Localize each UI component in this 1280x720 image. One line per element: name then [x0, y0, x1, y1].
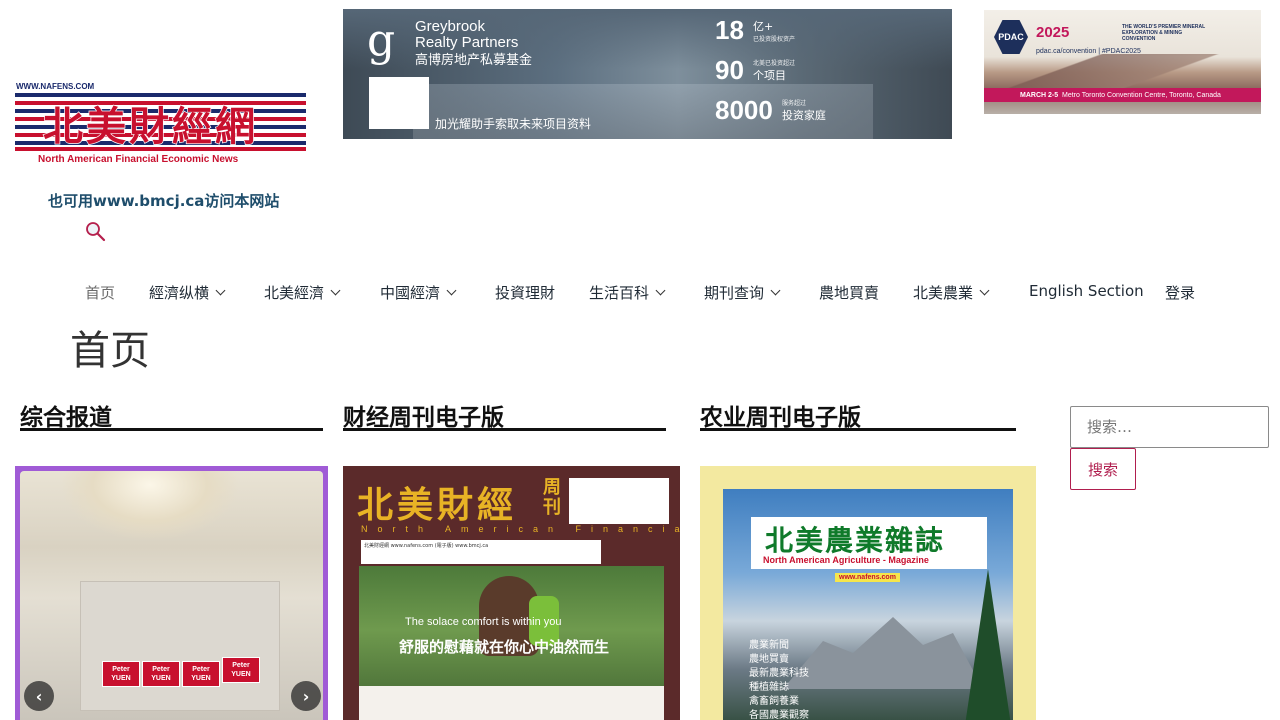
- agri-weekly-photo: 北美農業雜誌 North American Agriculture - Maga…: [723, 489, 1013, 720]
- agri-weekly-title-band: 北美農業雜誌 North American Agriculture - Maga…: [751, 517, 987, 569]
- nav-item-english-section[interactable]: English Section: [1029, 282, 1144, 300]
- greybrook-stat: 90 北美已投资超过 个项目: [715, 55, 796, 85]
- logo-english-name: North American Financial Economic News: [38, 154, 239, 165]
- pdac-logo: PDAC: [994, 20, 1028, 54]
- logo-banner: 北美財經網: [15, 93, 306, 151]
- site-logo[interactable]: WWW.NAFENS.COM 北美財經網 North American Fina…: [15, 82, 306, 168]
- sidebar-search-button[interactable]: 搜索: [1070, 448, 1136, 490]
- pdac-date-bar: MARCH 2-5 Metro Toronto Convention Centr…: [984, 88, 1261, 102]
- section-divider: [20, 428, 323, 431]
- campaign-sign: Peter YUEN: [102, 661, 140, 687]
- nav-item-na-agriculture[interactable]: 北美農業: [913, 282, 990, 303]
- finance-weekly-masthead: 北美財經: [357, 484, 518, 526]
- greybrook-ad-banner[interactable]: g Greybrook Realty Partners 高博房地产私募基金 加光…: [343, 9, 952, 139]
- nav-item-periodicals[interactable]: 期刊查询: [704, 282, 781, 303]
- greybrook-cta: 加光耀助手索取未来项目资料: [435, 117, 592, 131]
- section-title-finance-weekly: 财经周刊电子版: [343, 405, 504, 431]
- news-slide-image[interactable]: Peter YUEN Peter YUEN Peter YUEN Peter Y…: [20, 471, 323, 720]
- nav-item-farmland[interactable]: 農地買賣: [819, 282, 879, 303]
- nav-item-economy-overview[interactable]: 經濟纵横: [149, 282, 226, 303]
- agri-weekly-title-en: North American Agriculture - Magazine: [763, 555, 929, 565]
- agri-weekly-cover[interactable]: 北美農業雜誌 North American Agriculture - Maga…: [700, 466, 1036, 720]
- chevron-down-icon: [655, 285, 666, 296]
- section-title-news: 综合报道: [20, 405, 112, 431]
- greybrook-brand-cn: 高博房地产私募基金: [415, 53, 533, 68]
- finance-weekly-cover[interactable]: 北美財經 周刊 North American Financial Weekly …: [343, 466, 680, 720]
- finance-weekly-tagline-en: The solace comfort is within you: [405, 616, 562, 628]
- nav-item-china-economy[interactable]: 中國經濟: [380, 282, 457, 303]
- pdac-site: pdac.ca/convention | #PDAC2025: [1036, 48, 1141, 55]
- chandelier-image: [60, 471, 240, 541]
- qr-code-icon: [369, 77, 429, 129]
- nav-item-na-economy[interactable]: 北美經濟: [264, 282, 341, 303]
- alt-site-notice: 也可用www.bmcj.ca访问本网站: [48, 192, 280, 210]
- news-slider[interactable]: Peter YUEN Peter YUEN Peter YUEN Peter Y…: [15, 466, 328, 720]
- section-divider: [700, 428, 1016, 431]
- campaign-sign: Peter YUEN: [222, 657, 260, 683]
- chevron-down-icon: [770, 285, 781, 296]
- slider-next-button[interactable]: ›: [291, 681, 321, 711]
- finance-weekly-suffix: 周刊: [543, 477, 561, 518]
- agri-weekly-title-cn: 北美農業雜誌: [765, 524, 946, 557]
- greybrook-stat: 18 亿+ 已投资股权资产: [715, 15, 796, 45]
- nav-item-investment[interactable]: 投資理財: [495, 282, 555, 303]
- greybrook-stat: 8000 服务超过 投资家庭: [715, 95, 826, 125]
- main-nav: 首页 經濟纵横 北美經濟 中國經濟 投資理財 生活百科 期刊查询 農地買賣 北美…: [0, 278, 1280, 306]
- logo-url-text: WWW.NAFENS.COM: [16, 82, 95, 91]
- greybrook-logo-icon: g: [367, 15, 396, 66]
- chevron-down-icon: [215, 285, 226, 296]
- slider-prev-button[interactable]: ‹: [24, 681, 54, 711]
- nav-item-login[interactable]: 登录: [1165, 282, 1195, 303]
- chevron-down-icon: [330, 285, 341, 296]
- sidebar-search-input[interactable]: [1070, 406, 1269, 448]
- finance-weekly-info: 北美財經網 www.nafens.com (電子版) www.bmcj.ca: [361, 540, 601, 564]
- section-title-agri-weekly: 农业周刊电子版: [700, 405, 861, 431]
- chevron-down-icon: [446, 285, 457, 296]
- finance-weekly-masthead-en: North American Financial Weekly: [361, 524, 680, 534]
- section-divider: [343, 428, 666, 431]
- logo-chinese-name: 北美財經網: [42, 102, 258, 150]
- pdac-year: 2025: [1036, 24, 1070, 41]
- campaign-sign: Peter YUEN: [142, 661, 180, 687]
- nav-item-lifestyle[interactable]: 生活百科: [589, 282, 666, 303]
- finance-weekly-tagline-cn: 舒服的慰藉就在你心中油然而生: [399, 638, 610, 656]
- qr-code-icon: [569, 478, 669, 524]
- agri-weekly-url: www.nafens.com: [835, 573, 900, 582]
- chevron-down-icon: [979, 285, 990, 296]
- pdac-tagline: THE WORLD'S PREMIER MINERAL EXPLORATION …: [1122, 24, 1206, 42]
- pdac-ad-banner[interactable]: PDAC 2025 THE WORLD'S PREMIER MINERAL EX…: [984, 10, 1261, 114]
- nav-item-home[interactable]: 首页: [85, 282, 115, 303]
- campaign-sign: Peter YUEN: [182, 661, 220, 687]
- agri-weekly-menu: 農業新聞 農地買賣 最新農業科技 種植雜誌 禽畜飼養業 各國農業觀察: [749, 640, 809, 720]
- search-icon[interactable]: [84, 220, 108, 244]
- greybrook-brand: Greybrook Realty Partners: [415, 18, 519, 51]
- finance-weekly-photo: The solace comfort is within you 舒服的慰藉就在…: [359, 566, 664, 720]
- page-title: 首页: [70, 328, 150, 374]
